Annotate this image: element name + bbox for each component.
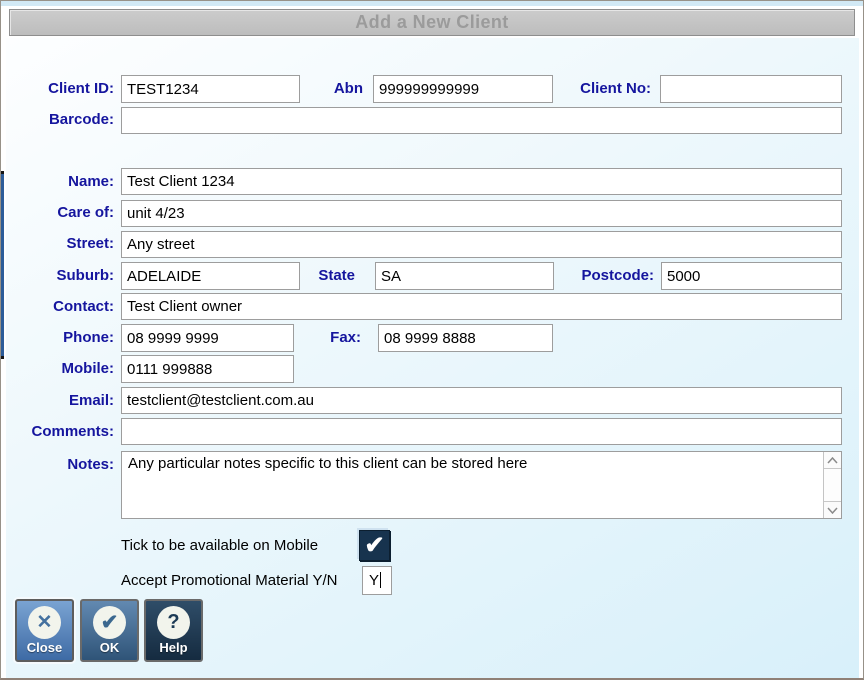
- help-button[interactable]: ? Help: [144, 599, 203, 662]
- scroll-down-button[interactable]: [824, 501, 841, 518]
- ok-button[interactable]: ✔ OK: [80, 599, 139, 662]
- chevron-down-icon: [827, 506, 838, 514]
- client-id-input[interactable]: [121, 75, 300, 103]
- client-no-input[interactable]: [660, 75, 842, 103]
- state-input[interactable]: [375, 262, 554, 290]
- notes-scrollbar[interactable]: [823, 452, 841, 518]
- fax-input[interactable]: [378, 324, 553, 352]
- help-button-label: Help: [159, 640, 188, 655]
- name-label: Name:: [68, 173, 114, 190]
- close-icon: ✕: [28, 606, 61, 639]
- abn-input[interactable]: [373, 75, 553, 103]
- close-button-label: Close: [26, 640, 63, 655]
- background-window-edge: [1, 171, 4, 359]
- mobile-available-checkbox[interactable]: ✔: [359, 530, 390, 561]
- contact-label: Contact:: [53, 298, 114, 315]
- postcode-input[interactable]: [661, 262, 842, 290]
- scroll-up-button[interactable]: [824, 452, 841, 469]
- notes-box: Any particular notes specific to this cl…: [121, 451, 842, 519]
- street-label: Street:: [66, 235, 114, 252]
- client-id-label: Client ID:: [48, 80, 114, 97]
- comments-input[interactable]: [121, 418, 842, 445]
- email-input[interactable]: [121, 387, 842, 414]
- state-label: State: [318, 267, 355, 284]
- barcode-label: Barcode:: [48, 111, 114, 128]
- promo-material-label: Accept Promotional Material Y/N: [121, 572, 338, 589]
- mobile-label: Mobile:: [61, 360, 115, 377]
- phone-label: Phone:: [63, 329, 114, 346]
- check-circle-icon: ✔: [93, 606, 126, 639]
- question-circle-icon: ?: [157, 606, 190, 639]
- client-no-label: Client No:: [580, 80, 651, 97]
- checkbox-check-icon: ✔: [364, 532, 385, 559]
- top-edge-strip: [1, 1, 863, 6]
- chevron-up-icon: [827, 456, 838, 464]
- mobile-input[interactable]: [121, 355, 294, 383]
- dialog-title: Add a New Client: [355, 12, 509, 32]
- barcode-input[interactable]: [121, 107, 842, 134]
- suburb-label: Suburb:: [56, 267, 115, 284]
- dialog-titlebar: Add a New Client: [9, 9, 855, 36]
- add-new-client-dialog: Add a New Client Client ID: Abn Client N…: [0, 0, 864, 680]
- postcode-label: Postcode:: [581, 267, 654, 284]
- promo-material-input[interactable]: Y: [362, 566, 392, 595]
- notes-textarea[interactable]: Any particular notes specific to this cl…: [122, 452, 823, 518]
- care-of-input[interactable]: [121, 200, 842, 227]
- mobile-available-label: Tick to be available on Mobile: [121, 537, 319, 554]
- contact-input[interactable]: [121, 293, 842, 320]
- name-input[interactable]: [121, 168, 842, 195]
- ok-button-label: OK: [99, 640, 120, 655]
- street-input[interactable]: [121, 231, 842, 258]
- notes-label: Notes:: [67, 456, 114, 473]
- close-button[interactable]: ✕ Close: [15, 599, 74, 662]
- suburb-input[interactable]: [121, 262, 300, 290]
- promo-material-value: Y: [369, 572, 380, 589]
- care-of-label: Care of:: [57, 204, 114, 221]
- fax-label: Fax:: [330, 329, 361, 346]
- phone-input[interactable]: [121, 324, 294, 352]
- comments-label: Comments:: [31, 423, 114, 440]
- abn-label: Abn: [333, 80, 363, 97]
- email-label: Email:: [68, 392, 114, 409]
- text-caret: [380, 572, 382, 588]
